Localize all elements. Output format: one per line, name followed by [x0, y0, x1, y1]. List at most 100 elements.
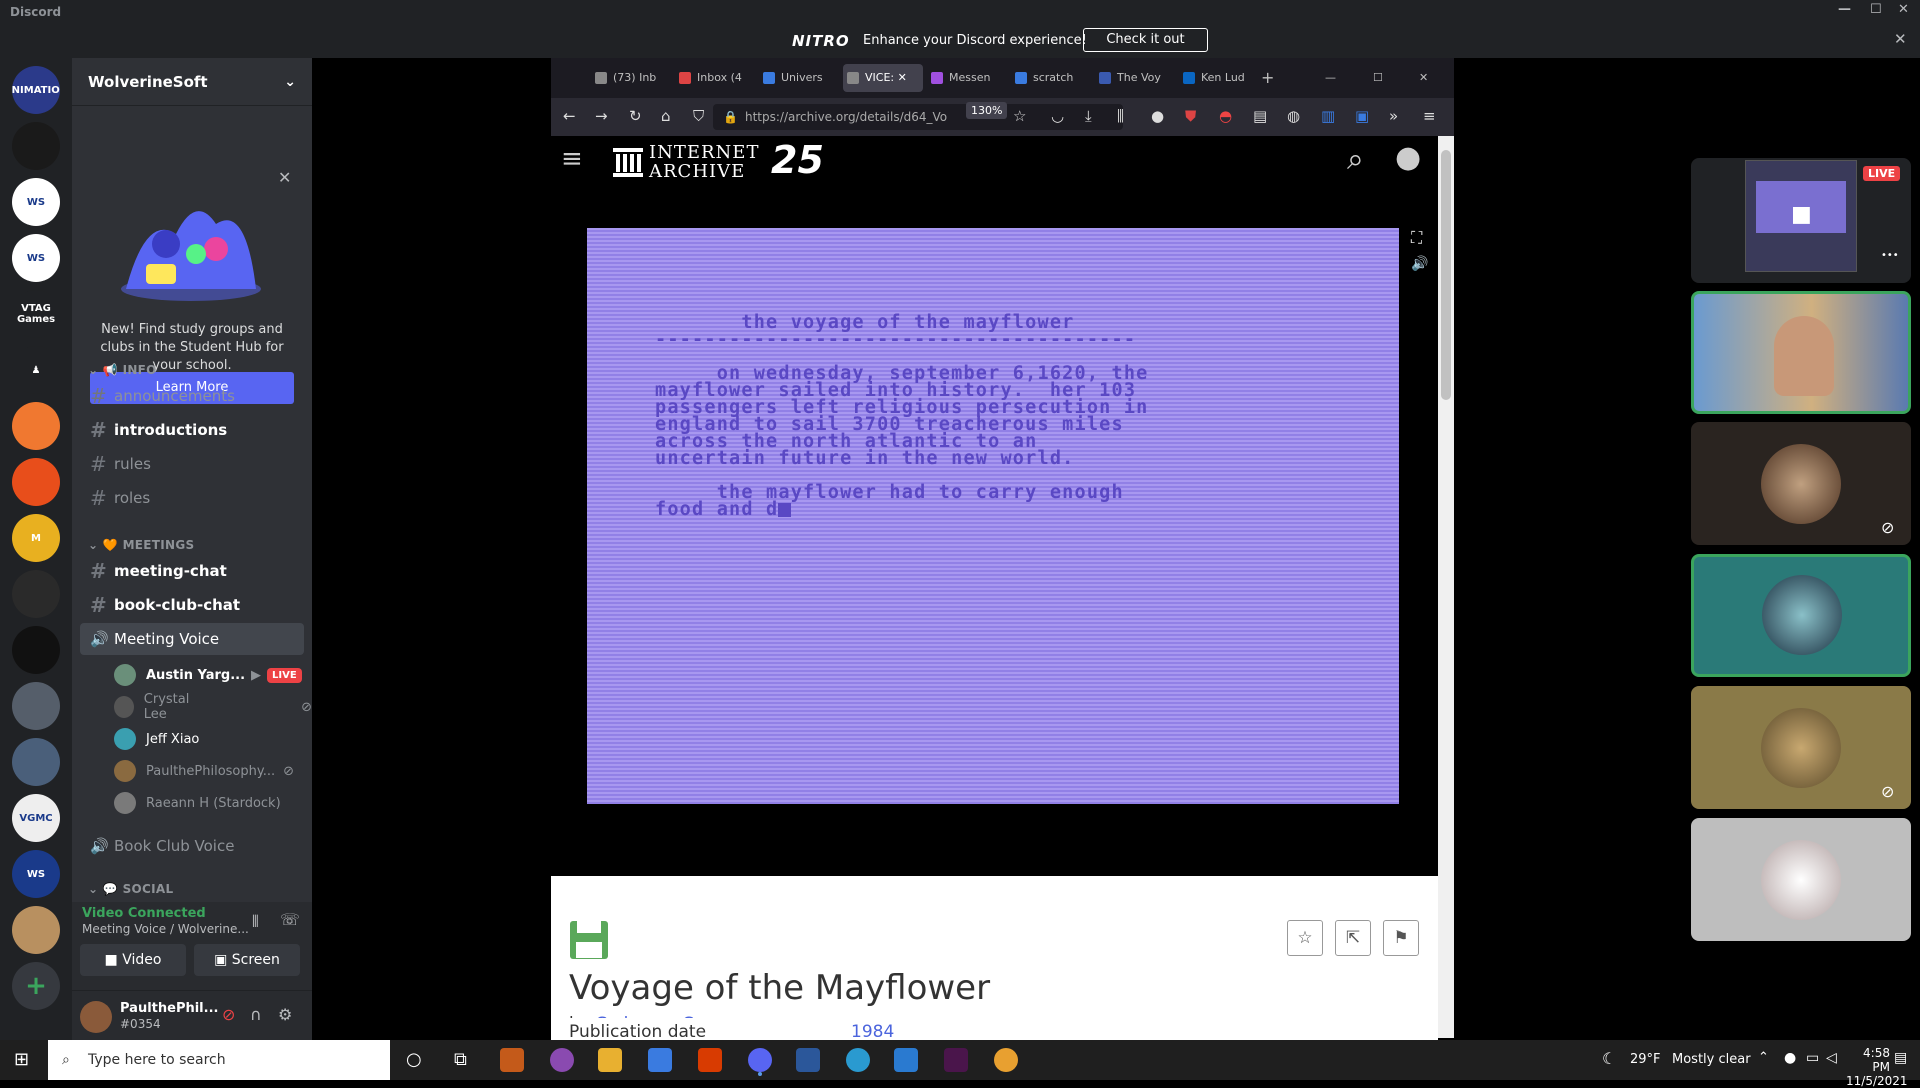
participant-tile-speaking[interactable] [1691, 554, 1911, 677]
category-info[interactable]: ⌄ 📢 INFO [88, 363, 157, 377]
headphones-icon[interactable]: ∩ [250, 1005, 262, 1024]
extension-ublock-icon[interactable]: ⛊ [1185, 107, 1196, 125]
server-icon[interactable] [12, 402, 60, 450]
account-icon[interactable]: ● [1151, 107, 1164, 125]
server-icon[interactable] [12, 122, 60, 170]
weather-moon-icon[interactable]: ☾ [1602, 1049, 1616, 1068]
shield-icon[interactable]: ⛉ [693, 107, 704, 125]
server-icon[interactable]: WS [12, 850, 60, 898]
hamburger-menu-icon[interactable]: ≡ [561, 144, 583, 174]
minimize-browser-button[interactable]: — [1325, 64, 1336, 92]
cortana-icon[interactable]: ○ [406, 1049, 422, 1070]
scrollbar-thumb[interactable] [1441, 150, 1451, 400]
vscode-icon[interactable] [894, 1048, 918, 1072]
office-icon[interactable] [698, 1048, 722, 1072]
tray-chevron-icon[interactable]: ⌃ [1758, 1050, 1769, 1065]
notifications-icon[interactable]: ▤ [1894, 1050, 1907, 1066]
volume-icon[interactable]: 🔊 [1411, 256, 1428, 272]
participant-tile[interactable] [1691, 818, 1911, 941]
participant-tile-video[interactable] [1691, 291, 1911, 414]
participant-tile[interactable]: ⊘ [1691, 422, 1911, 545]
volume-icon[interactable]: ◁ [1826, 1050, 1837, 1066]
close-browser-button[interactable]: ✕ [1419, 64, 1428, 92]
check-it-out-button[interactable]: Check it out [1083, 28, 1208, 52]
weather-temp[interactable]: 29°F [1630, 1052, 1661, 1067]
channel-book-club-voice[interactable]: 🔊 Book Club Voice [80, 830, 304, 862]
browser-scrollbar[interactable] [1438, 136, 1454, 1038]
extension-icon[interactable]: ▥ [1321, 107, 1335, 125]
weather-desc[interactable]: Mostly clear [1672, 1052, 1751, 1067]
publication-value[interactable]: 1984 [851, 1022, 894, 1040]
add-server-icon[interactable]: + [12, 962, 60, 1010]
extension-icon[interactable]: ◓ [1219, 107, 1232, 125]
mic-muted-icon[interactable]: ⊘ [222, 1005, 235, 1024]
user-account-icon[interactable]: ● [1395, 140, 1421, 175]
voice-user[interactable]: Austin Yarg... ▶ LIVE [114, 662, 302, 688]
close-window-button[interactable]: ✕ [1898, 2, 1909, 17]
server-icon[interactable]: WS [12, 178, 60, 226]
voice-user[interactable]: Jeff Xiao [114, 726, 199, 752]
reload-icon[interactable]: ↻ [629, 107, 642, 125]
server-icon[interactable] [12, 738, 60, 786]
video-button[interactable]: ■ Video [80, 944, 186, 976]
chrome-icon[interactable] [994, 1048, 1018, 1072]
archive-logo-icon[interactable] [611, 144, 645, 178]
category-meetings[interactable]: ⌄ 🧡 MEETINGS [88, 538, 194, 552]
server-icon[interactable]: ♟ [12, 346, 60, 394]
back-arrow-icon[interactable]: ← [563, 107, 576, 125]
flag-button[interactable]: ⚑ [1383, 920, 1419, 956]
minimize-button[interactable]: — [1838, 2, 1851, 17]
server-icon[interactable] [12, 906, 60, 954]
settings-gear-icon[interactable]: ⚙ [278, 1005, 292, 1024]
browser-tab[interactable]: scratch [1011, 64, 1091, 92]
channel-book-club-chat[interactable]: # book-club-chat [80, 589, 304, 621]
browser-tab[interactable]: Inbox (4 [675, 64, 755, 92]
chevron-down-icon[interactable]: ⌄ [284, 74, 296, 90]
slack-icon[interactable] [944, 1048, 968, 1072]
windows-start-icon[interactable]: ⊞ [14, 1049, 29, 1070]
clock[interactable]: 4:58 PM 11/5/2021 [1846, 1046, 1908, 1088]
server-icon[interactable]: VTAG Games [12, 290, 60, 338]
extension-icon[interactable]: ◍ [1287, 107, 1300, 125]
channel-rules[interactable]: # rules [80, 448, 304, 480]
stream-preview-tile[interactable]: ■ LIVE ••• [1691, 158, 1911, 283]
voice-user[interactable]: PaulthePhilosophy... ⊘ [114, 758, 294, 784]
close-hub-icon[interactable]: ✕ [278, 168, 291, 187]
server-icon[interactable] [12, 570, 60, 618]
pocket-icon[interactable]: ◡ [1051, 107, 1064, 125]
server-icon[interactable]: WS [12, 234, 60, 282]
voice-user[interactable]: Crystal Lee ⊘ [114, 692, 312, 722]
maximize-browser-button[interactable]: ☐ [1373, 64, 1383, 92]
network-icon[interactable]: ▭ [1806, 1050, 1819, 1066]
bookmark-star-icon[interactable]: ☆ [1013, 107, 1026, 125]
extension-icon[interactable]: ▣ [1355, 107, 1369, 125]
zoom-indicator[interactable]: 130% [966, 102, 1008, 119]
server-icon[interactable]: ANIMATION [12, 66, 60, 114]
home-icon[interactable]: ⌂ [661, 107, 671, 125]
extension-icon[interactable]: ▤ [1253, 107, 1267, 125]
forward-arrow-icon[interactable]: → [595, 107, 608, 125]
search-icon[interactable]: ⌕ [1347, 142, 1364, 177]
overflow-chevron-icon[interactable]: » [1389, 107, 1398, 125]
fullscreen-icon[interactable]: ⛶ [1411, 228, 1422, 248]
emulator-screen[interactable]: the voyage of the mayflower ------------… [587, 228, 1399, 804]
server-icon[interactable] [12, 682, 60, 730]
channel-introductions[interactable]: # introductions [80, 414, 304, 446]
screen-share-button[interactable]: ▣ Screen [194, 944, 300, 976]
task-view-icon[interactable]: ⧉ [454, 1049, 467, 1070]
server-header[interactable]: WolverineSoft ⌄ [72, 58, 312, 106]
browser-tab[interactable]: Messen [927, 64, 1007, 92]
server-icon[interactable] [12, 458, 60, 506]
channel-announcements[interactable]: # announcements [80, 380, 304, 412]
close-banner-icon[interactable]: ✕ [1894, 30, 1907, 48]
browser-tab[interactable]: Ken Lud [1179, 64, 1259, 92]
channel-roles[interactable]: # roles [80, 482, 304, 514]
browser-tab[interactable]: (73) Inb [591, 64, 671, 92]
channel-meeting-voice[interactable]: 🔊 Meeting Voice [80, 623, 304, 655]
server-icon[interactable]: VGMC [12, 794, 60, 842]
github-icon[interactable] [550, 1048, 574, 1072]
browser-tab[interactable]: VICE: ✕ [843, 64, 923, 92]
share-button[interactable]: ⇱ [1335, 920, 1371, 956]
browser-tab[interactable]: Univers [759, 64, 839, 92]
disconnect-icon[interactable]: ☏ [280, 910, 300, 929]
